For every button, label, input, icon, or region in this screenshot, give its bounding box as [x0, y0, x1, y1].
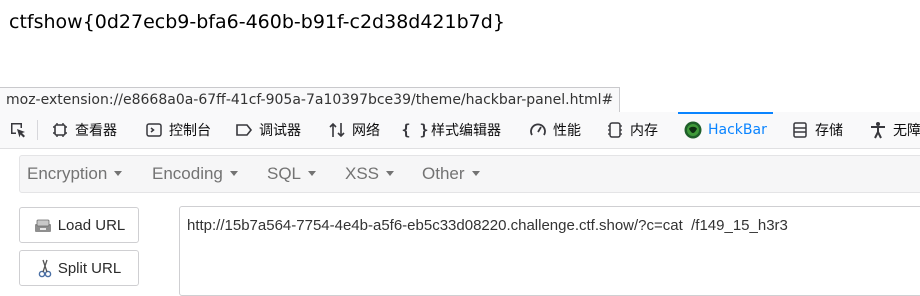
tab-label: 内存 [630, 123, 658, 139]
toolbar-separator [37, 120, 38, 140]
tab-hackbar[interactable]: HackBar [678, 112, 773, 148]
tab-label: 调试器 [259, 123, 301, 139]
url-textarea[interactable]: http://15b7a564-7754-4e4b-a5f6-eb5c33d08… [179, 206, 920, 296]
scissors-icon [37, 258, 53, 278]
tab-label: 网络 [352, 123, 380, 139]
chevron-down-icon [114, 171, 123, 177]
tab-console[interactable]: 控制台 [145, 112, 211, 148]
style-editor-icon: { } [401, 121, 429, 139]
split-url-button[interactable]: Split URL [19, 250, 139, 286]
load-url-icon [33, 216, 53, 234]
tab-label: HackBar [708, 122, 767, 138]
storage-icon [791, 121, 809, 139]
menu-encryption[interactable]: Encryption [27, 156, 123, 192]
split-url-label: Split URL [57, 259, 122, 277]
menu-label: Encryption [27, 164, 108, 183]
tab-inspector[interactable]: 查看器 [51, 112, 117, 148]
status-bar-url: moz-extension://e8668a0a-67ff-41cf-905a-… [0, 87, 621, 113]
devtools-toolbar: 查看器 控制台 调试器 网络 { } 样式编辑器 性能 内存 HackBar 存… [0, 112, 920, 149]
accessibility-icon [869, 121, 887, 139]
menu-xss[interactable]: XSS [345, 156, 395, 192]
menu-label: SQL [267, 164, 302, 183]
tab-network[interactable]: 网络 [328, 112, 380, 148]
tab-label: 存储 [815, 123, 843, 139]
menu-sql[interactable]: SQL [267, 156, 317, 192]
tab-label: 查看器 [75, 123, 117, 139]
debugger-icon [235, 121, 253, 139]
inspector-icon [51, 121, 69, 139]
chevron-down-icon [229, 171, 238, 177]
memory-icon [606, 121, 624, 139]
hackbar-menu-bar: Encryption Encoding SQL XSS Other [19, 155, 920, 193]
menu-other[interactable]: Other [422, 156, 480, 192]
menu-encoding[interactable]: Encoding [152, 156, 238, 192]
hackbar-icon [684, 121, 702, 139]
tab-accessibility[interactable]: 无障 [869, 112, 920, 148]
menu-label: Other [422, 164, 465, 183]
tab-label: 样式编辑器 [431, 123, 501, 139]
tab-label: 控制台 [169, 123, 211, 139]
element-picker-button[interactable] [9, 112, 33, 148]
tab-performance[interactable]: 性能 [529, 112, 581, 148]
load-url-label: Load URL [57, 216, 126, 234]
chevron-down-icon [308, 171, 317, 177]
chevron-down-icon [471, 171, 480, 177]
tab-label: 性能 [553, 123, 581, 139]
network-icon [328, 121, 346, 139]
element-picker-icon [9, 121, 27, 139]
load-url-button[interactable]: Load URL [19, 207, 139, 243]
tab-debugger[interactable]: 调试器 [235, 112, 301, 148]
tab-storage[interactable]: 存储 [791, 112, 843, 148]
performance-icon [529, 121, 547, 139]
chevron-down-icon [386, 171, 395, 177]
tab-style-editor[interactable]: { } 样式编辑器 [401, 112, 501, 148]
page-flag-text: ctfshow{0d27ecb9-bfa6-460b-b91f-c2d38d42… [9, 11, 505, 33]
menu-label: Encoding [152, 164, 223, 183]
tab-label: 无障 [893, 123, 920, 139]
tab-memory[interactable]: 内存 [606, 112, 658, 148]
menu-label: XSS [345, 164, 380, 183]
console-icon [145, 121, 163, 139]
